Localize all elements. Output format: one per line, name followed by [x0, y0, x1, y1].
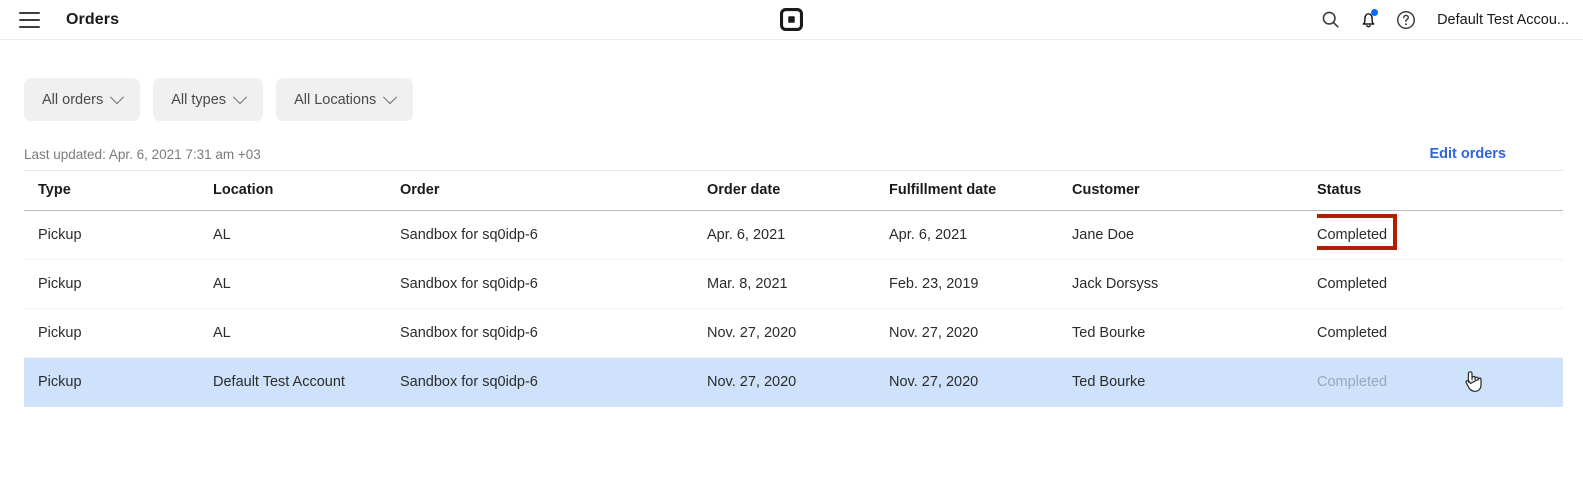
cell-type: Pickup — [24, 308, 213, 358]
cell-status: Completed — [1317, 210, 1563, 260]
edit-orders-link[interactable]: Edit orders — [1429, 146, 1559, 162]
hamburger-menu-icon[interactable] — [14, 5, 44, 35]
filter-bar: All orders All types All Locations — [24, 40, 1559, 121]
cell-type: Pickup — [24, 357, 213, 407]
filter-all-locations[interactable]: All Locations — [276, 78, 414, 121]
cell-customer: Jack Dorsyss — [1072, 259, 1317, 309]
cell-customer: Ted Bourke — [1072, 357, 1317, 407]
chevron-down-icon — [110, 89, 125, 104]
table-row[interactable]: Pickup Default Test Account Sandbox for … — [24, 357, 1563, 407]
cell-order-date: Mar. 8, 2021 — [707, 259, 889, 309]
hamburger-bar — [18, 25, 40, 28]
cell-fulfillment-date: Feb. 23, 2019 — [889, 259, 1072, 309]
cell-type: Pickup — [24, 259, 213, 309]
hamburger-bar — [18, 18, 40, 21]
cell-location: AL — [213, 308, 400, 358]
table-meta-row: Last updated: Apr. 6, 2021 7:31 am +03 E… — [24, 146, 1559, 170]
cell-location: AL — [213, 259, 400, 309]
cell-fulfillment-date: Apr. 6, 2021 — [889, 210, 1072, 260]
cell-order-date: Apr. 6, 2021 — [707, 210, 889, 260]
cell-order-date: Nov. 27, 2020 — [707, 308, 889, 358]
column-header-order-date[interactable]: Order date — [707, 170, 889, 211]
orders-table: Type Location Order Order date Fulfillme… — [24, 170, 1563, 407]
last-updated-text: Last updated: Apr. 6, 2021 7:31 am +03 — [24, 146, 261, 162]
orders-table-header-row: Type Location Order Order date Fulfillme… — [24, 170, 1563, 211]
cell-fulfillment-date: Nov. 27, 2020 — [889, 357, 1072, 407]
cell-status: Completed — [1317, 308, 1563, 358]
filter-all-orders[interactable]: All orders — [24, 78, 141, 121]
hamburger-bar — [18, 11, 40, 14]
column-header-status[interactable]: Status — [1317, 170, 1563, 211]
app-header-right: Default Test Accou... — [1313, 0, 1575, 39]
filter-all-types-label: All types — [171, 91, 227, 108]
column-header-location[interactable]: Location — [213, 170, 400, 211]
cell-status: Completed — [1317, 357, 1563, 407]
column-header-customer[interactable]: Customer — [1072, 170, 1317, 211]
bell-icon[interactable] — [1351, 3, 1385, 37]
status-badge: Completed — [1317, 374, 1388, 390]
status-badge: Completed — [1317, 276, 1388, 292]
cell-location: AL — [213, 210, 400, 260]
app-header: Orders Default Test Accou... — [0, 0, 1583, 40]
page-title: Orders — [66, 10, 120, 28]
cell-status: Completed — [1317, 259, 1563, 309]
app-header-left: Orders — [0, 5, 119, 35]
table-row[interactable]: Pickup AL Sandbox for sq0idp-6 Nov. 27, … — [24, 308, 1563, 358]
help-circle-icon[interactable] — [1389, 3, 1423, 37]
cell-type: Pickup — [24, 210, 213, 260]
table-row[interactable]: Pickup AL Sandbox for sq0idp-6 Apr. 6, 2… — [24, 210, 1563, 260]
chevron-down-icon — [232, 89, 248, 104]
cell-order: Sandbox for sq0idp-6 — [400, 210, 707, 260]
filter-all-types[interactable]: All types — [153, 78, 264, 121]
orders-content: All orders All types All Locations Last … — [0, 40, 1583, 407]
notification-badge-dot — [1371, 8, 1379, 16]
search-icon[interactable] — [1313, 3, 1347, 37]
table-row[interactable]: Pickup AL Sandbox for sq0idp-6 Mar. 8, 2… — [24, 259, 1563, 309]
orders-table-body: Pickup AL Sandbox for sq0idp-6 Apr. 6, 2… — [24, 210, 1563, 407]
cell-customer: Ted Bourke — [1072, 308, 1317, 358]
cell-order-date: Nov. 27, 2020 — [707, 357, 889, 407]
square-logo-icon[interactable] — [780, 8, 804, 32]
cell-order: Sandbox for sq0idp-6 — [400, 357, 707, 407]
cell-customer: Jane Doe — [1072, 210, 1317, 260]
cell-location: Default Test Account — [213, 357, 400, 407]
status-badge: Completed — [1317, 325, 1388, 341]
orders-table-head: Type Location Order Order date Fulfillme… — [24, 170, 1563, 211]
filter-all-orders-label: All orders — [42, 91, 104, 108]
filter-all-locations-label: All Locations — [294, 91, 377, 108]
column-header-order[interactable]: Order — [400, 170, 707, 211]
cell-fulfillment-date: Nov. 27, 2020 — [889, 308, 1072, 358]
column-header-fulfillment-date[interactable]: Fulfillment date — [889, 170, 1072, 211]
account-name-button[interactable]: Default Test Accou... — [1437, 12, 1569, 28]
status-badge: Completed — [1317, 227, 1388, 243]
chevron-down-icon — [383, 89, 398, 104]
cell-order: Sandbox for sq0idp-6 — [400, 259, 707, 309]
column-header-type[interactable]: Type — [24, 170, 213, 211]
cell-order: Sandbox for sq0idp-6 — [400, 308, 707, 358]
